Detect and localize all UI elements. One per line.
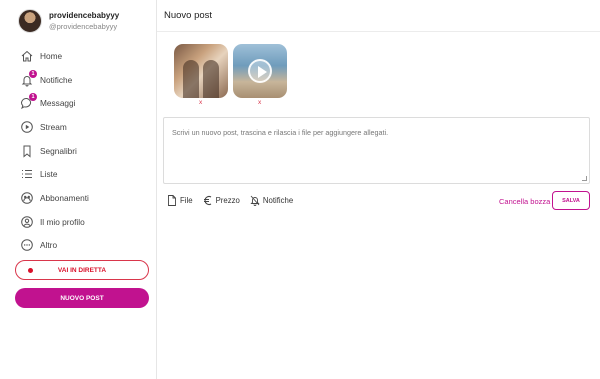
subscriptions-icon [20, 191, 34, 205]
photo-figure [203, 60, 219, 98]
photo-figure [183, 60, 199, 98]
remove-attachment-button[interactable]: x [199, 99, 202, 106]
sidebar-item-home[interactable]: Home [20, 44, 89, 68]
attachment-video-thumbnail[interactable] [233, 44, 287, 98]
sidebar-nav: Home 1 Notifiche 1 Messaggi Stream Segna… [20, 44, 89, 257]
home-icon [20, 49, 34, 63]
live-dot-icon [28, 268, 33, 273]
avatar[interactable] [18, 9, 42, 33]
new-post-button[interactable]: NUOVO POST [15, 288, 149, 308]
sidebar-item-label: Il mio profilo [40, 216, 85, 227]
play-circle-icon [20, 120, 34, 134]
profile-header[interactable]: providencebabyyy @providencebabyyy [18, 9, 119, 33]
notifications-toggle-button[interactable]: Notifiche [250, 195, 293, 206]
bookmark-icon [20, 144, 34, 158]
sidebar-item-notifications[interactable]: 1 Notifiche [20, 68, 89, 92]
sidebar-item-label: Segnalibri [40, 145, 77, 156]
play-icon [248, 59, 272, 83]
bell-icon: 1 [20, 69, 37, 87]
resize-handle[interactable] [582, 176, 587, 181]
sidebar-item-more[interactable]: Altro [20, 234, 89, 258]
page-header: Nuovo post [157, 0, 600, 32]
sidebar-item-subscriptions[interactable]: Abbonamenti [20, 186, 89, 210]
sidebar-item-label: Liste [40, 169, 58, 180]
euro-icon [203, 195, 211, 206]
file-icon [168, 195, 176, 206]
sidebar-item-lists[interactable]: Liste [20, 162, 89, 186]
go-live-button[interactable]: VAI IN DIRETTA [15, 260, 149, 280]
composer-toolbar: File Prezzo Notifiche [167, 195, 303, 206]
profile-name: providencebabyyy [49, 11, 120, 20]
save-label: SALVA [562, 197, 580, 204]
sidebar-item-messages[interactable]: 1 Messaggi [20, 91, 89, 115]
cancel-draft-link[interactable]: Cancella bozza [499, 197, 550, 206]
file-label: File [180, 196, 193, 205]
user-circle-icon [20, 215, 34, 229]
sidebar-item-label: Stream [40, 121, 67, 132]
sidebar: providencebabyyy @providencebabyyy Home … [0, 0, 157, 379]
profile-handle: @providencebabyyy [49, 22, 118, 31]
attachment-image-thumbnail[interactable] [174, 44, 228, 98]
new-post-label: NUOVO POST [60, 294, 104, 302]
sidebar-item-label: Home [40, 50, 63, 61]
remove-attachment-button[interactable]: x [258, 99, 261, 106]
list-icon [20, 167, 34, 181]
sidebar-item-label: Abbonamenti [40, 192, 89, 203]
go-live-label: VAI IN DIRETTA [57, 266, 107, 274]
chat-icon: 1 [20, 93, 37, 110]
page-title: Nuovo post [164, 10, 213, 21]
notifications-label: Notifiche [262, 196, 294, 205]
set-price-button[interactable]: Prezzo [203, 195, 240, 206]
sidebar-item-label: Altro [40, 240, 58, 251]
post-text-input[interactable] [164, 118, 589, 183]
sidebar-item-label: Notifiche [40, 74, 73, 85]
main-content: Nuovo post x x File Prezzo Notifiche Can… [157, 0, 600, 379]
save-button[interactable]: SALVA [552, 191, 590, 210]
post-composer [163, 117, 590, 184]
sidebar-item-label: Messaggi [40, 98, 76, 109]
bell-off-icon [250, 195, 260, 206]
sidebar-item-stream[interactable]: Stream [20, 115, 89, 139]
price-label: Prezzo [215, 196, 240, 205]
attach-file-button[interactable]: File [167, 195, 193, 206]
sidebar-item-profile[interactable]: Il mio profilo [20, 210, 89, 234]
notification-badge: 1 [29, 69, 37, 78]
message-badge: 1 [29, 93, 37, 102]
more-icon [20, 238, 34, 252]
sidebar-item-bookmarks[interactable]: Segnalibri [20, 139, 89, 163]
